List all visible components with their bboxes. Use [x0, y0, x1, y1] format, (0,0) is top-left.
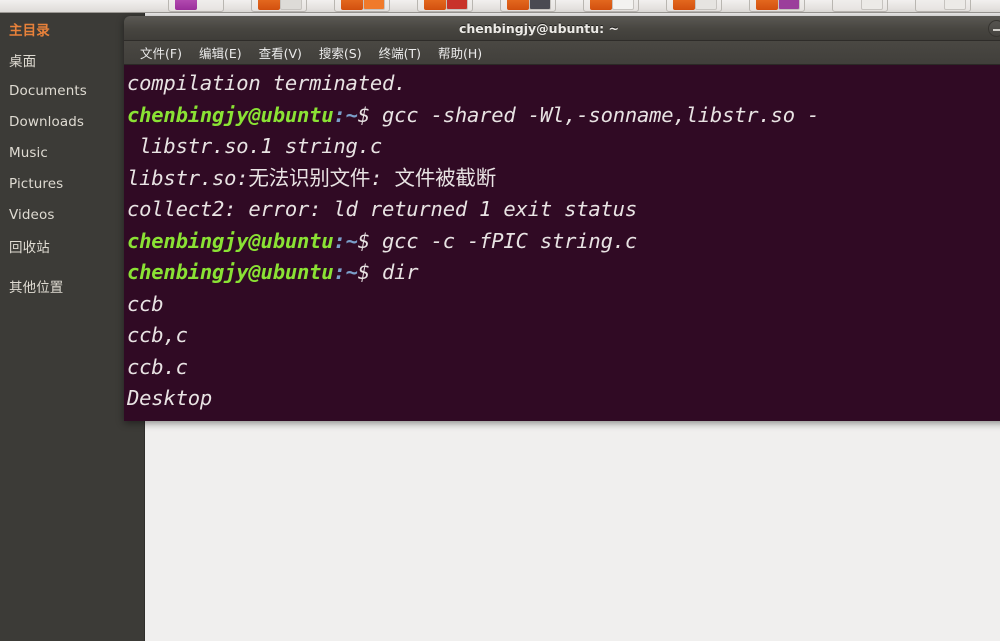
sidebar-item-label: Music [9, 144, 48, 161]
taskbar-doc-glyph-icon [280, 0, 302, 10]
taskbar-doc-glyph-icon [695, 0, 717, 10]
sidebar-item-5[interactable]: Pictures [0, 168, 144, 199]
taskbar-app-glyph-icon [756, 0, 778, 10]
sidebar-item-4[interactable]: Music [0, 137, 144, 168]
sidebar-item-2[interactable]: Documents [0, 75, 144, 106]
menu-item-2[interactable]: 查看(V) [252, 41, 309, 64]
terminal-output-text: : [370, 165, 395, 190]
minimize-button-icon[interactable] [988, 20, 1000, 37]
menu-item-5[interactable]: 帮助(H) [431, 41, 489, 64]
terminal-output-text: libstr.so.1 string.c [127, 134, 382, 158]
terminal-output-text-cjk: 无法识别文件 [248, 165, 371, 190]
terminal-output-text: ccb,c [127, 323, 188, 347]
taskbar-doc-glyph-icon [446, 0, 468, 10]
menu-item-3[interactable]: 搜索(S) [312, 41, 369, 64]
sidebar-item-label: 其他位置 [9, 279, 64, 296]
taskbar-app-glyph-icon [341, 0, 363, 10]
app-icon-3[interactable] [334, 0, 390, 12]
app-icon-4[interactable] [417, 0, 473, 12]
app-icon-2[interactable] [251, 0, 307, 12]
prompt-symbol: $ [357, 102, 370, 127]
terminal-command: gcc -shared -Wl,-sonname,libstr.so - [369, 102, 820, 127]
app-icon-1[interactable] [168, 0, 224, 12]
sidebar-item-label: Downloads [9, 113, 85, 130]
app-icon-6[interactable] [583, 0, 639, 12]
terminal-output-text: Desktop [127, 386, 212, 410]
taskbar [0, 0, 1000, 13]
prompt-symbol: $ [357, 260, 370, 284]
app-icon-10[interactable] [915, 0, 971, 12]
app-icon-5[interactable] [500, 0, 556, 12]
terminal-output-line: libstr.so.1 string.c [127, 131, 1000, 163]
sidebar-item-1[interactable]: 桌面 [0, 44, 144, 75]
prompt-path: :~ [333, 102, 358, 127]
sidebar-item-3[interactable]: Downloads [0, 106, 144, 137]
taskbar-app-glyph-icon [258, 0, 280, 10]
terminal-command: dir [369, 260, 419, 284]
terminal-menubar: 文件(F) 编辑(E) 查看(V) 搜索(S) 终端(T) 帮助(H) [124, 41, 1000, 65]
terminal-command: gcc -c -fPIC string.c [369, 228, 637, 253]
sidebar-item-label: 桌面 [9, 53, 37, 70]
taskbar-doc-glyph-icon [363, 0, 385, 10]
app-icon-8[interactable] [749, 0, 805, 12]
sidebar-separator [0, 261, 144, 270]
terminal-output-text: ccb [127, 291, 164, 316]
taskbar-app-glyph-icon [673, 0, 695, 10]
taskbar-app-glyph-icon [590, 0, 612, 10]
terminal-output-line: ccb,c [127, 320, 1000, 352]
taskbar-doc-glyph-icon [778, 0, 800, 10]
prompt-path: :~ [333, 260, 358, 284]
terminal-output-line: ccb [127, 289, 1000, 321]
terminal-output-text: libstr.so: [127, 165, 249, 190]
sidebar-item-label: Documents [9, 82, 87, 99]
terminal-output-text: ccb.c [127, 354, 188, 379]
menu-item-0[interactable]: 文件(F) [133, 41, 189, 64]
terminal-output-area[interactable]: compilation terminated. chenbingjy@ubuntu… [124, 65, 1000, 421]
terminal-output-text-cjk: 文件被截断 [394, 165, 497, 190]
terminal-output-line: compilation terminated. [127, 68, 1000, 100]
window-controls [988, 20, 1000, 37]
terminal-output-line: ccb.c [127, 352, 1000, 384]
prompt-user: chenbingjy@ubuntu [127, 260, 334, 284]
prompt-user: chenbingjy@ubuntu [127, 228, 334, 253]
sidebar-item-label: Pictures [9, 175, 64, 192]
desktop-screen: 主目录桌面 Documents Downloads Music Pictures Vide… [0, 0, 1000, 641]
app-icon-7[interactable] [666, 0, 722, 12]
app-icon-9[interactable] [832, 0, 888, 12]
terminal-output-text: compilation terminated. [127, 71, 407, 95]
sidebar-item-8[interactable]: 其他位置 [0, 270, 144, 301]
terminal-output-line: libstr.so:无法识别文件: 文件被截断 [127, 163, 1000, 195]
menu-item-1[interactable]: 编辑(E) [192, 41, 249, 64]
terminal-window[interactable]: chenbingjy@ubuntu: ~ 文件(F) 编辑(E) 查看(V) 搜索(S… [124, 16, 1000, 421]
prompt-user: chenbingjy@ubuntu [127, 102, 334, 127]
places-sidebar: 主目录桌面 Documents Downloads Music Pictures Vide… [0, 13, 144, 641]
sidebar-item-0[interactable]: 主目录 [0, 13, 144, 44]
taskbar-doc-glyph-icon [861, 0, 883, 10]
taskbar-app-glyph-icon [507, 0, 529, 10]
terminal-titlebar[interactable]: chenbingjy@ubuntu: ~ [124, 16, 1000, 41]
taskbar-app-glyph-icon [424, 0, 446, 10]
terminal-output-line: Desktop [127, 383, 1000, 415]
sidebar-item-6[interactable]: Videos [0, 199, 144, 230]
terminal-prompt-line: chenbingjy@ubuntu:~$ dir [127, 257, 1000, 289]
terminal-title: chenbingjy@ubuntu: ~ [458, 21, 620, 36]
taskbar-doc-glyph-icon [944, 0, 966, 10]
sidebar-item-7[interactable]: 回收站 [0, 230, 144, 261]
taskbar-doc-glyph-icon [529, 0, 551, 10]
sidebar-item-label: Videos [9, 206, 55, 223]
terminal-prompt-line: chenbingjy@ubuntu:~$ gcc -c -fPIC string… [127, 226, 1000, 258]
sidebar-item-label: 主目录 [9, 22, 50, 39]
menu-item-4[interactable]: 终端(T) [372, 41, 428, 64]
terminal-output-text: collect2: error: ld returned 1 exit stat… [127, 197, 637, 221]
sidebar-item-label: 回收站 [9, 239, 50, 256]
taskbar-doc-glyph-icon [612, 0, 634, 10]
taskbar-app-glyph-icon [175, 0, 197, 10]
prompt-symbol: $ [357, 228, 370, 253]
prompt-path: :~ [333, 228, 358, 253]
terminal-prompt-line: chenbingjy@ubuntu:~$ gcc -shared -Wl,-so… [127, 100, 1000, 132]
terminal-output-line: collect2: error: ld returned 1 exit stat… [127, 194, 1000, 226]
